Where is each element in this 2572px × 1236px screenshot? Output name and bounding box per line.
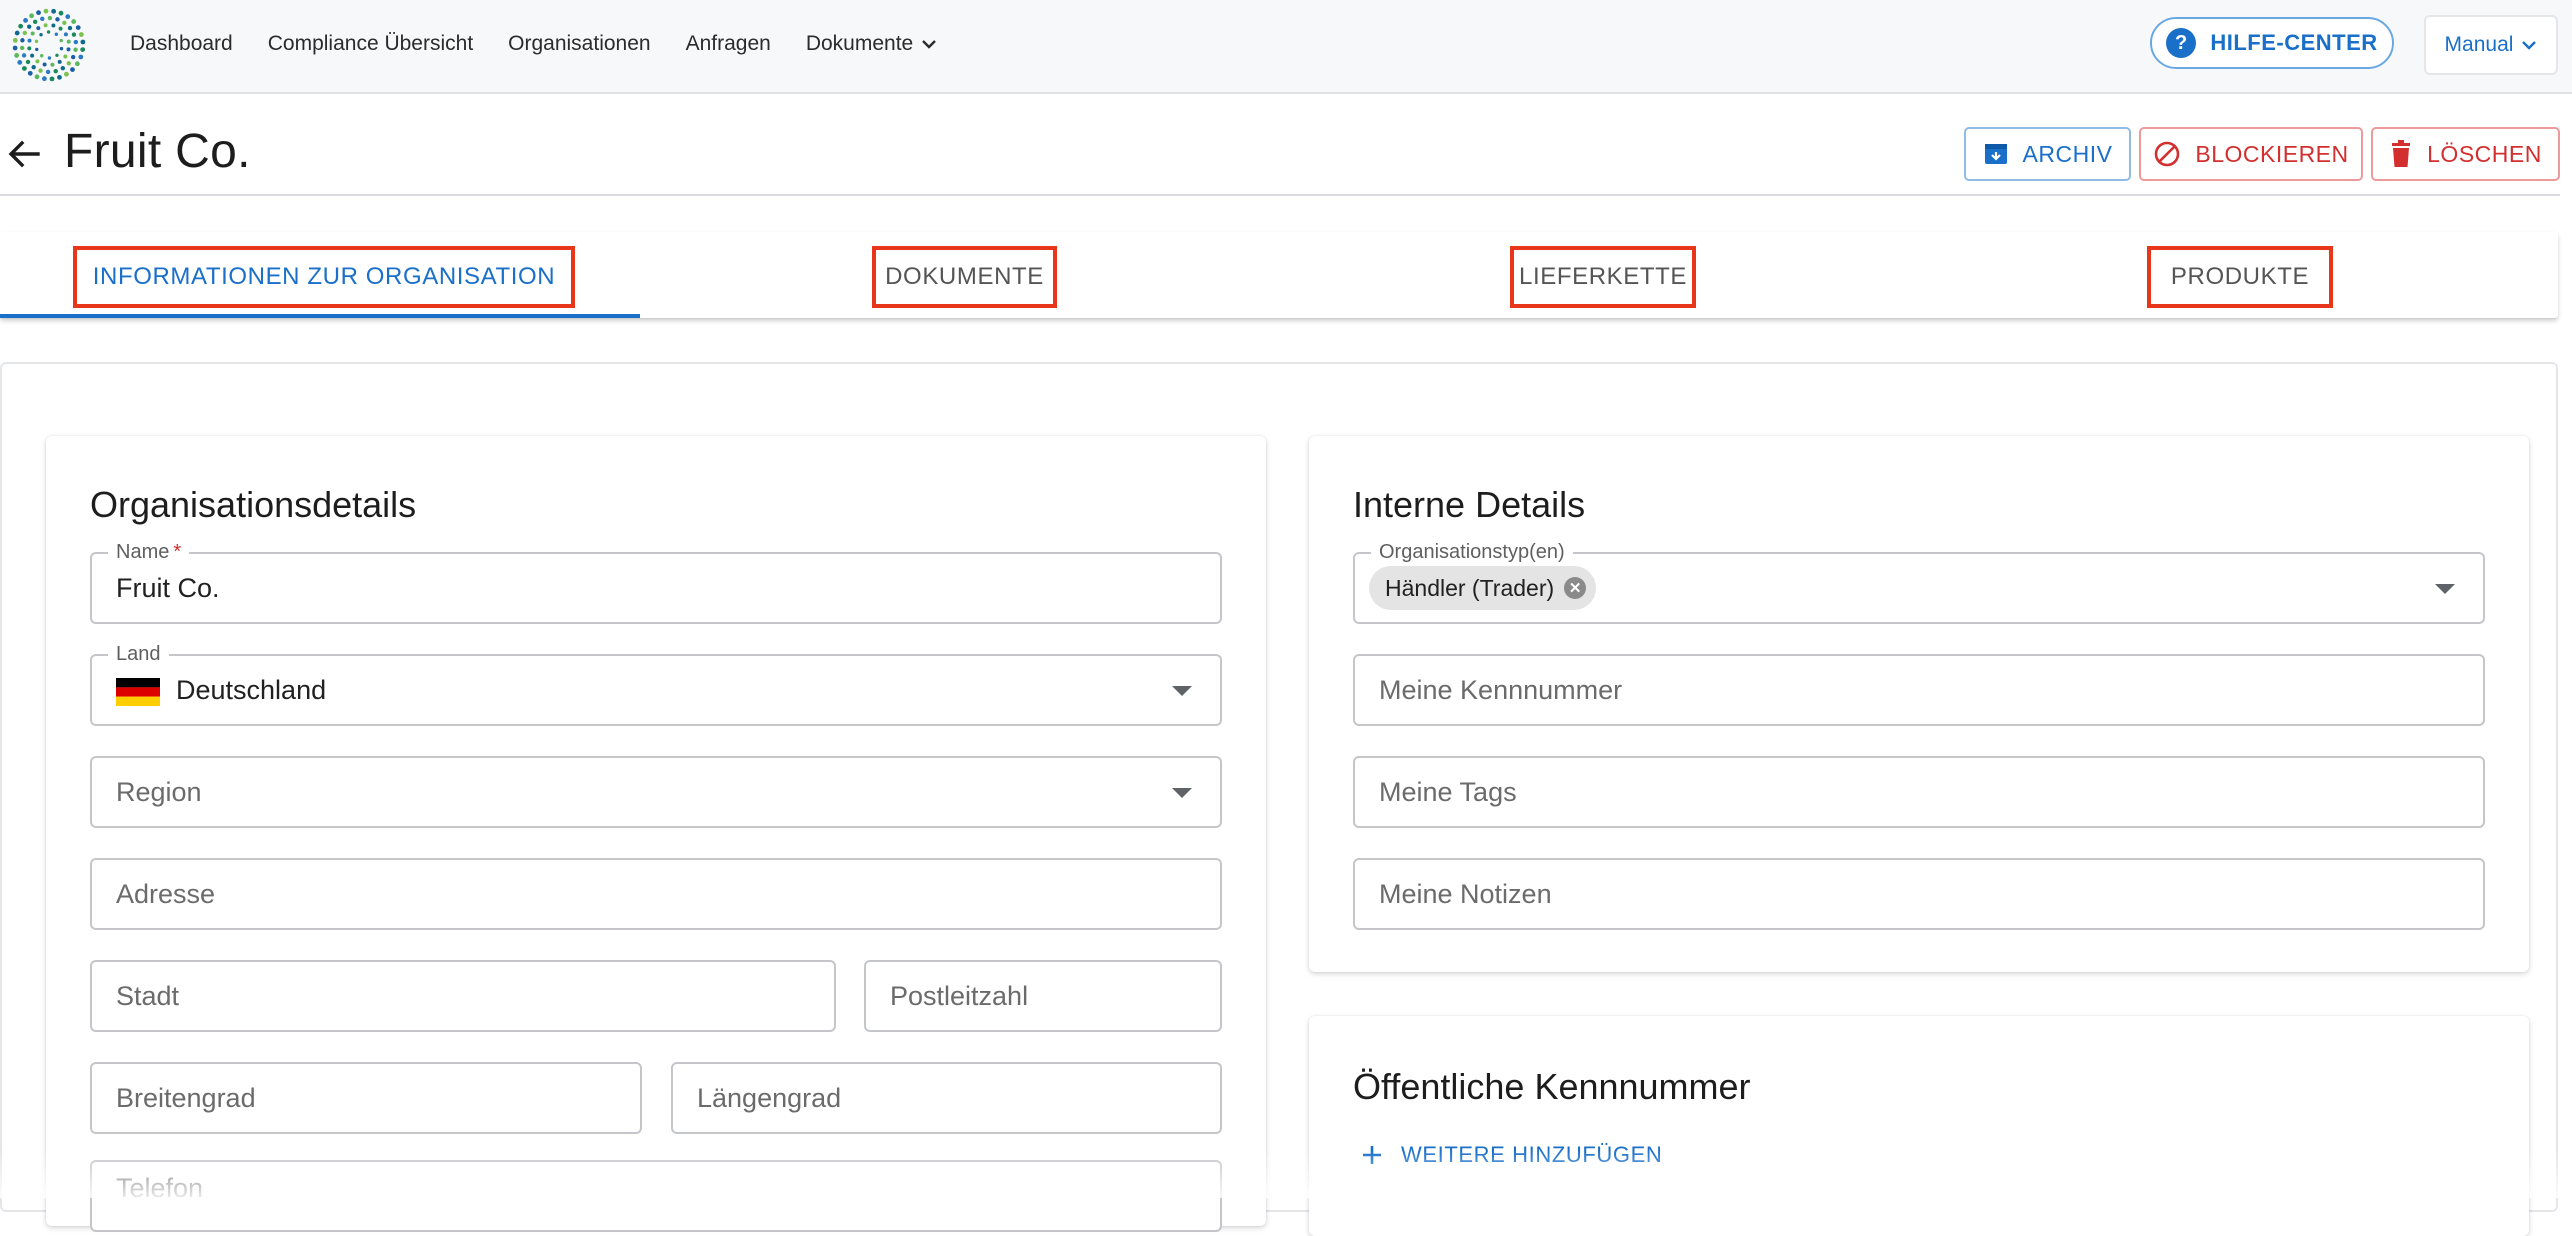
tab-supply-chain-label: LIEFERKETTE	[1519, 263, 1687, 290]
my-id-input[interactable]: Meine Kennnummer	[1353, 654, 2485, 726]
longitude-placeholder: Längengrad	[697, 1083, 842, 1113]
nav-organisations-label: Organisationen	[508, 32, 651, 55]
archive-button[interactable]: ARCHIV	[1964, 127, 2131, 181]
main-nav: Dashboard Compliance Übersicht Organisat…	[130, 0, 972, 88]
company-logo[interactable]	[12, 8, 86, 82]
tab-documents[interactable]: DOKUMENTE	[872, 246, 1057, 308]
org-type-chip-label: Händler (Trader)	[1385, 574, 1555, 601]
plus-icon	[1363, 1146, 1381, 1164]
nav-dashboard-label: Dashboard	[130, 32, 233, 55]
postal-code-input[interactable]: Postleitzahl	[864, 960, 1222, 1032]
germany-flag-icon	[116, 678, 160, 706]
org-type-label: Organisationstyp(en)	[1371, 540, 1573, 564]
chevron-down-icon	[2522, 41, 2537, 50]
archive-icon	[1984, 144, 2007, 164]
dropdown-arrow-icon	[2435, 584, 2455, 594]
phone-placeholder: Telefon	[116, 1173, 204, 1203]
country-select[interactable]: Land Deutschland	[90, 642, 1222, 726]
block-label: BLOCKIEREN	[2195, 140, 2349, 167]
org-details-card: Organisationsdetails Name * Fruit Co. Lan…	[46, 436, 1266, 1232]
tab-products-label: PRODUKTE	[2170, 263, 2310, 290]
help-center-button[interactable]: ? HILFE-CENTER	[2150, 17, 2394, 69]
chevron-down-icon	[922, 40, 937, 49]
city-placeholder: Stadt	[116, 981, 180, 1011]
nav-compliance-label: Compliance Übersicht	[267, 32, 474, 55]
delete-label: LÖSCHEN	[2427, 140, 2542, 167]
top-navbar: Dashboard Compliance Übersicht Organisat…	[0, 0, 2572, 94]
block-button[interactable]: BLOCKIEREN	[2139, 127, 2363, 181]
nav-requests[interactable]: Anfragen	[686, 32, 771, 56]
org-type-select[interactable]: Organisationstyp(en) Händler (Trader) ✕	[1353, 540, 2485, 624]
nav-dashboard[interactable]: Dashboard	[130, 32, 233, 56]
add-more-label: WEITERE HINZUFÜGEN	[1401, 1142, 1663, 1167]
nav-documents-dropdown[interactable]: Dokumente	[806, 32, 937, 56]
back-arrow-icon[interactable]	[6, 136, 42, 172]
longitude-input[interactable]: Längengrad	[671, 1062, 1222, 1134]
address-placeholder: Adresse	[116, 879, 216, 909]
tab-bar: INFORMATIONEN ZUR ORGANISATION DOKUMENTE…	[0, 232, 2558, 318]
latitude-input[interactable]: Breitengrad	[90, 1062, 642, 1134]
public-ids-title: Öffentliche Kennnummer	[1353, 1066, 1751, 1107]
address-input[interactable]: Adresse	[90, 858, 1222, 930]
manual-dropdown[interactable]: Manual	[2424, 15, 2558, 75]
tab-organisation-info-label: INFORMATIONEN ZUR ORGANISATION	[92, 263, 556, 290]
nav-compliance[interactable]: Compliance Übersicht	[268, 32, 473, 56]
help-center-label: HILFE-CENTER	[2210, 30, 2378, 55]
help-icon: ?	[2166, 28, 2197, 58]
title-divider	[0, 194, 2560, 196]
country-field-value: Deutschland	[176, 675, 327, 705]
nav-documents-label: Dokumente	[805, 32, 914, 55]
my-notes-input[interactable]: Meine Notizen	[1353, 858, 2485, 930]
latitude-placeholder: Breitengrad	[116, 1083, 256, 1113]
tab-products[interactable]: PRODUKTE	[2147, 246, 2333, 308]
name-field-value: Fruit Co.	[116, 573, 220, 603]
nav-organisations[interactable]: Organisationen	[508, 32, 650, 56]
my-tags-input[interactable]: Meine Tags	[1353, 756, 2485, 828]
name-field[interactable]: Name * Fruit Co.	[90, 540, 1222, 624]
dropdown-arrow-icon	[1172, 788, 1192, 798]
trash-icon	[2392, 140, 2411, 167]
active-tab-indicator	[0, 314, 640, 318]
phone-input[interactable]: Telefon	[90, 1160, 1222, 1232]
internal-details-title: Interne Details	[1353, 484, 1586, 525]
tab-documents-label: DOKUMENTE	[885, 263, 1044, 290]
delete-button[interactable]: LÖSCHEN	[2371, 127, 2560, 181]
tab-supply-chain[interactable]: LIEFERKETTE	[1510, 246, 1696, 308]
my-notes-placeholder: Meine Notizen	[1379, 879, 1552, 909]
region-placeholder: Region	[116, 777, 202, 807]
manual-label: Manual	[2444, 33, 2514, 56]
country-field-label: Land	[108, 642, 169, 666]
chip-remove-icon[interactable]: ✕	[1564, 577, 1587, 599]
archive-label: ARCHIV	[2022, 140, 2113, 167]
block-icon	[2155, 141, 2180, 167]
org-type-chip[interactable]: Händler (Trader) ✕	[1369, 566, 1597, 610]
org-details-title: Organisationsdetails	[90, 484, 417, 525]
dropdown-arrow-icon	[1172, 686, 1192, 696]
tab-organisation-info[interactable]: INFORMATIONEN ZUR ORGANISATION	[73, 246, 575, 308]
my-id-placeholder: Meine Kennnummer	[1379, 675, 1623, 705]
internal-details-card: Interne Details Organisationstyp(en) Hän…	[1309, 436, 2529, 972]
region-select[interactable]: Region	[90, 756, 1222, 828]
postal-code-placeholder: Postleitzahl	[890, 981, 1029, 1011]
add-more-button[interactable]: WEITERE HINZUFÜGEN	[1361, 1142, 1662, 1168]
my-tags-placeholder: Meine Tags	[1379, 777, 1517, 807]
city-input[interactable]: Stadt	[90, 960, 836, 1032]
nav-requests-label: Anfragen	[685, 32, 771, 55]
page-title: Fruit Co.	[64, 125, 251, 178]
public-ids-card: Öffentliche Kennnummer WEITERE HINZUFÜGE…	[1309, 1016, 2529, 1236]
